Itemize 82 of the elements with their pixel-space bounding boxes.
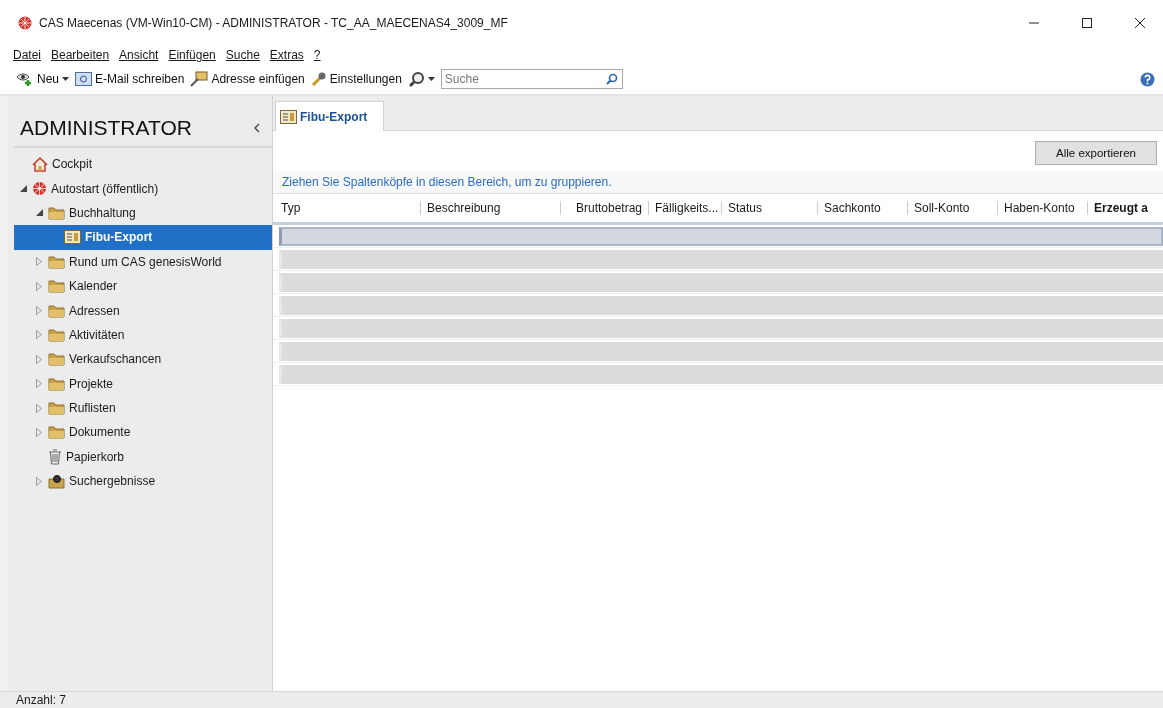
globe-icon [32,181,47,197]
status-text: Anzahl: 7 [0,691,1163,708]
column-header[interactable]: Bruttobetrag [561,201,649,215]
column-header[interactable]: Status [722,201,818,215]
help-icon[interactable] [1140,71,1155,87]
tree-item[interactable]: Aktivitäten [14,322,272,348]
eye-plus-icon [16,71,34,87]
collapsed-icon[interactable] [36,428,42,437]
menu-item[interactable]: Ansicht [114,48,164,62]
tree-item[interactable]: Projekte [14,371,272,396]
tree-item[interactable]: Verkaufschancen [14,347,272,372]
tree-item[interactable]: Ruflisten [14,395,272,421]
column-header[interactable]: Haben-Konto [998,201,1088,215]
collapsed-icon[interactable] [36,257,42,267]
column-header[interactable]: Fälligkeits... [649,201,722,215]
expanded-icon[interactable] [35,209,43,217]
tree-item[interactable]: Cockpit [14,152,272,177]
window-title: CAS Maecenas (VM-Win10-CM) - ADMINISTRATOR - TC_AA_MAECENAS4_3009_MF [39,16,509,30]
maximize-icon[interactable] [1082,18,1092,28]
report-icon [64,230,81,245]
close-icon[interactable] [1135,18,1145,28]
expanded-icon[interactable] [19,185,27,193]
collapsed-icon[interactable] [36,403,42,413]
collapsed-icon[interactable] [36,354,42,364]
search-icon [407,70,425,88]
menu-item[interactable]: Suche [220,48,265,62]
collapsed-icon[interactable] [36,306,42,316]
folder-icon [48,205,65,220]
tab[interactable]: Fibu-Export [275,101,385,131]
menu-item[interactable]: Einfügen [163,48,221,62]
folder-icon [48,327,65,342]
trash-icon [48,448,62,465]
column-header[interactable]: Erzeugt a [1088,201,1163,215]
collapsed-icon[interactable] [36,281,42,291]
search-folder-icon [48,473,65,489]
collapsed-icon[interactable] [36,330,42,340]
house-icon [32,156,48,172]
folder-icon [48,254,65,269]
tree-item[interactable]: Dokumente [14,420,272,445]
export-all-button[interactable]: Alle exportieren [1035,141,1157,165]
menu-item[interactable]: ? [308,48,326,62]
tree-item[interactable]: Adressen [14,298,272,323]
redacted-row[interactable] [279,226,1163,246]
collapsed-icon[interactable] [36,476,42,486]
wrench-icon [310,71,327,87]
column-header[interactable]: Typ [281,201,421,215]
menu-item[interactable]: Datei [8,48,46,62]
tree-item[interactable]: Rund um CAS genesisWorld [14,249,272,274]
search-dropdown-button[interactable] [407,70,435,88]
sidebar-title: ADMINISTRATOR [20,116,192,140]
menu-item[interactable]: Extras [264,48,309,62]
card-icon [190,71,209,87]
app-logo-icon [18,16,32,30]
tree-item[interactable]: Kalender [14,273,272,299]
toolbar-button[interactable]: Adresse einfügen [190,71,305,87]
column-header[interactable]: Soll-Konto [908,201,998,215]
mail-icon [75,72,92,86]
search-icon[interactable] [605,73,618,85]
menu-item[interactable]: Bearbeiten [46,48,115,62]
caret-icon [427,77,435,81]
folder-icon [48,352,65,367]
folder-icon [48,401,65,416]
collapsed-icon[interactable] [36,379,42,389]
caret-icon [62,77,69,81]
tree-item[interactable]: Buchhaltung [14,200,272,226]
report-icon [280,109,297,124]
column-header[interactable]: Sachkonto [818,201,908,215]
folder-icon [48,376,65,391]
tree-item[interactable]: Autostart (öffentlich) [14,176,272,201]
toolbar-button[interactable]: Einstellungen [310,71,402,87]
search-field[interactable]: Suche [440,69,623,89]
folder-icon [48,279,65,294]
folder-icon [48,303,65,318]
toolbar-button[interactable]: E-Mail schreiben [75,72,185,86]
toolbar-button[interactable]: Neu [16,71,69,87]
column-header[interactable]: Beschreibung [421,201,561,215]
folder-icon [48,425,65,440]
collapse-icon[interactable] [254,123,260,133]
group-hint: Ziehen Sie Spaltenköpfe in diesen Bereich, um zu gruppieren. [273,171,1163,194]
tree-item[interactable]: Suchergebnisse [14,469,272,494]
tree-item[interactable]: Papierkorb [14,444,272,470]
tree-item[interactable]: Fibu-Export [14,225,272,250]
